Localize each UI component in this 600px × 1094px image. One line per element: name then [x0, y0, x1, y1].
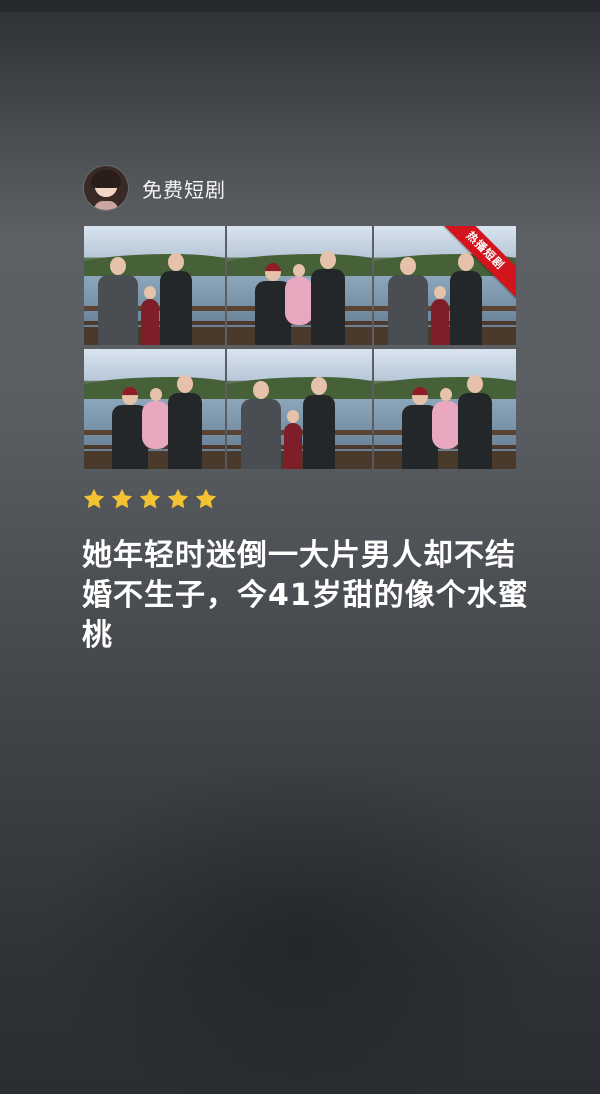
star-icon [139, 488, 161, 509]
mountain-ridge [84, 254, 225, 276]
person-child [141, 286, 159, 345]
person-man [458, 375, 492, 469]
deck [374, 451, 516, 469]
photo-grid[interactable]: 热播短剧 [84, 226, 516, 469]
person-child [284, 410, 302, 469]
mountain-ridge [227, 377, 372, 399]
person-man [168, 375, 202, 469]
top-bar [0, 0, 600, 12]
person-woman [98, 257, 138, 345]
photo-1[interactable] [84, 226, 225, 345]
person-child [431, 286, 449, 345]
deck [84, 451, 225, 469]
avatar[interactable] [84, 166, 128, 210]
deck [227, 327, 372, 345]
person-man [303, 377, 335, 469]
headline: 她年轻时迷倒一大片男人却不结婚不生子，今41岁甜的像个水蜜桃 [82, 538, 529, 653]
photo-3[interactable]: 热播短剧 [374, 226, 516, 345]
person-woman [388, 257, 428, 345]
photo-2[interactable] [227, 226, 372, 345]
publisher-name[interactable]: 免费短剧 [142, 174, 226, 203]
person-baby [285, 264, 313, 325]
star-icon [195, 488, 217, 509]
person-baby [142, 388, 170, 449]
person-man [450, 253, 482, 345]
person-woman [241, 381, 281, 469]
star-icon [111, 488, 133, 509]
video-screen[interactable]: 免费短剧 热播短剧 她年轻时迷倒一大片男人却不结婚不生子，今41岁甜的像个水蜜桃 [0, 0, 600, 1094]
photo-6[interactable] [374, 349, 516, 469]
photo-4[interactable] [84, 349, 225, 469]
publisher[interactable]: 免费短剧 [84, 166, 226, 210]
photo-5[interactable] [227, 349, 372, 469]
star-icon [167, 488, 189, 509]
person-man [311, 251, 345, 345]
star-rating [82, 486, 222, 512]
person-baby [432, 388, 460, 449]
star-icon [83, 488, 105, 509]
person-man [160, 253, 192, 345]
